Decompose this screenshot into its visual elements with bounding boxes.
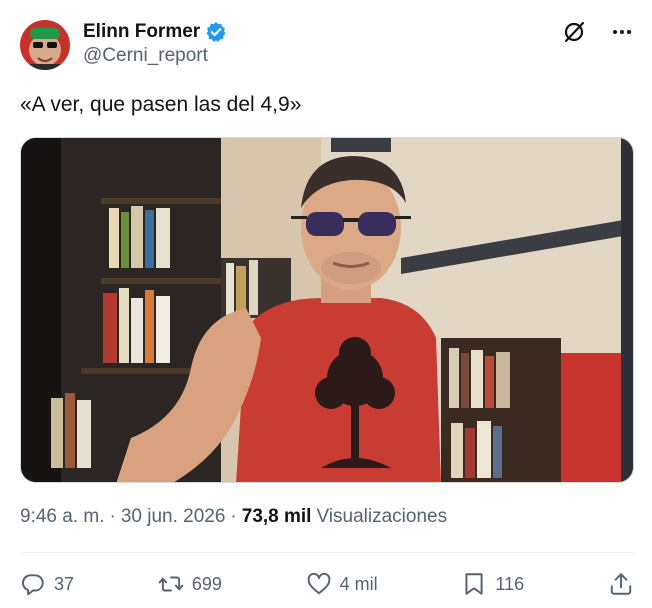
reply-icon	[21, 574, 44, 596]
divider	[20, 552, 634, 553]
grok-icon[interactable]	[562, 20, 586, 44]
like-button[interactable]: 4 mil	[306, 571, 378, 597]
more-icon[interactable]	[610, 20, 634, 44]
video-thumbnail	[21, 138, 633, 482]
views-label: Visualizaciones	[316, 506, 448, 527]
reply-button[interactable]: 37	[20, 571, 74, 597]
heart-icon	[307, 572, 330, 595]
bookmark-icon	[465, 573, 484, 595]
verified-badge-icon[interactable]	[205, 21, 227, 43]
author-handle[interactable]: @Cerni_report	[83, 45, 227, 67]
bookmark-count: 116	[495, 573, 525, 594]
tweet-media-video[interactable]	[20, 137, 634, 483]
tweet-date[interactable]: 30 jun. 2026	[121, 506, 226, 528]
author-block: Elinn Former @Cerni_report	[83, 20, 227, 67]
top-actions	[562, 20, 634, 44]
like-count: 4 mil	[339, 573, 378, 594]
tweet-actions: 37 699 4 mil 116	[20, 568, 634, 600]
repost-count: 699	[191, 573, 222, 594]
share-button[interactable]	[608, 571, 634, 597]
tweet-text: «A ver, que pasen las del 4,9»	[20, 93, 302, 116]
bookmark-button[interactable]: 116	[461, 571, 524, 597]
meta-separator: ·	[109, 506, 116, 527]
views-count[interactable]: 73,8 mil	[242, 506, 312, 528]
avatar-image	[20, 20, 70, 70]
repost-icon	[158, 576, 184, 592]
meta-separator: ·	[230, 506, 237, 527]
author-name[interactable]: Elinn Former	[83, 21, 200, 43]
share-icon	[610, 573, 632, 595]
tweet-meta: 9:46 a. m. · 30 jun. 2026 · 73,8 mil Vis…	[20, 506, 447, 528]
reply-count: 37	[54, 573, 75, 594]
tweet-time[interactable]: 9:46 a. m.	[20, 506, 105, 528]
author-name-row: Elinn Former	[83, 20, 227, 44]
repost-button[interactable]: 699	[158, 571, 222, 597]
avatar[interactable]	[20, 20, 70, 70]
